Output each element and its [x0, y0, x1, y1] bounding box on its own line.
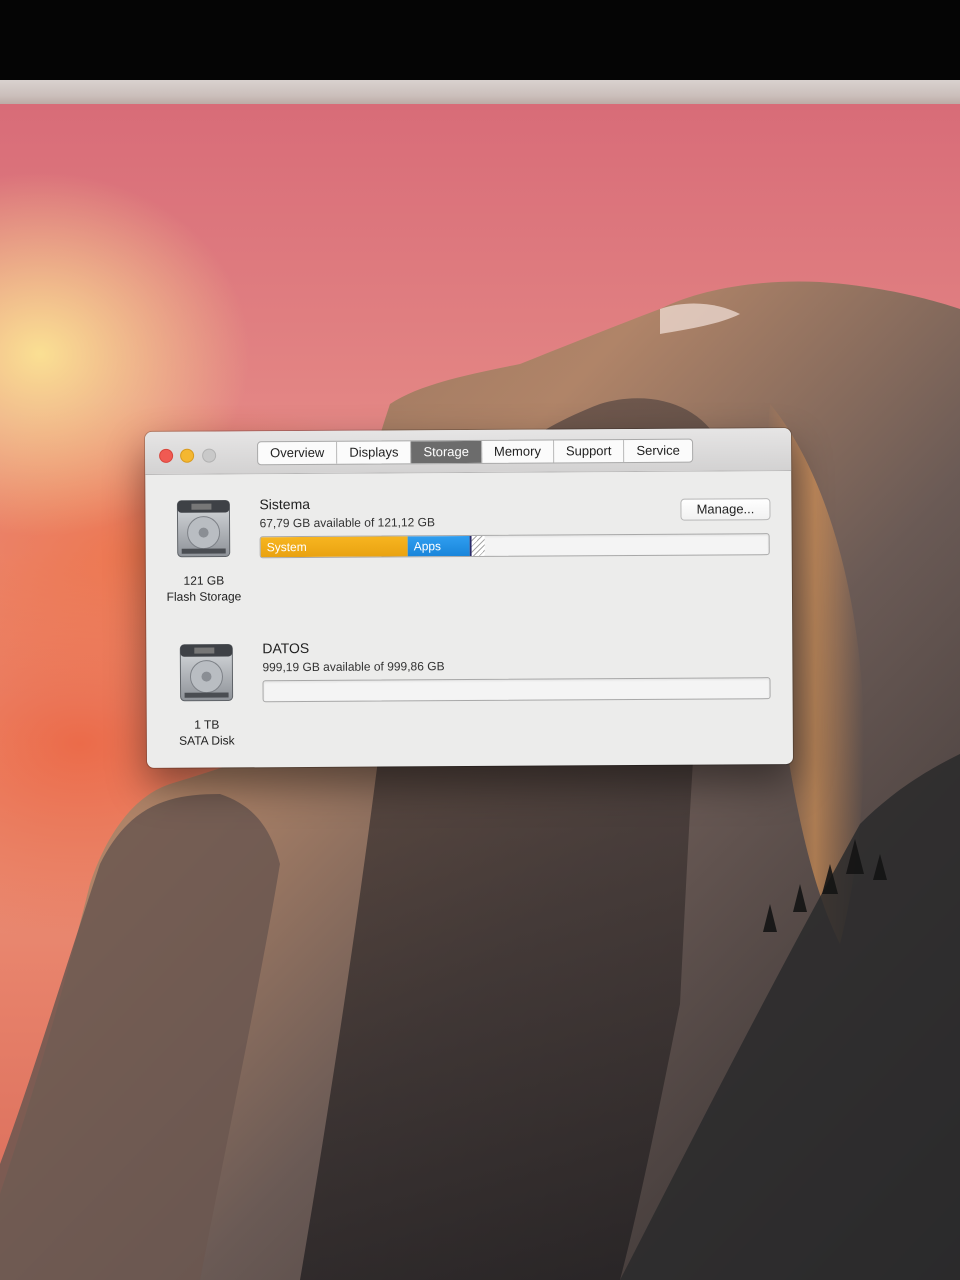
volume-name: Sistema [259, 495, 311, 513]
monitor-bezel [0, 0, 960, 80]
usage-segment-apps: Apps [407, 535, 472, 557]
tab-bar: Overview Displays Storage Memory Support… [257, 438, 693, 466]
disk-label-2: 1 TB SATA Disk [147, 716, 267, 749]
hard-drive-icon [179, 643, 234, 702]
tab-service[interactable]: Service [624, 440, 691, 462]
manage-button[interactable]: Manage... [680, 498, 771, 521]
window-titlebar: Overview Displays Storage Memory Support… [144, 428, 792, 475]
disk-type: Flash Storage [166, 589, 242, 604]
close-window-button[interactable] [159, 448, 174, 463]
usage-segment-system: System [260, 536, 408, 558]
zoom-window-button[interactable] [202, 448, 217, 463]
usage-segment-other [471, 535, 485, 556]
storage-usage-bar: System Apps [259, 533, 770, 559]
volume-available: 67,79 GB available of 121,12 GB [259, 515, 436, 531]
tab-overview[interactable]: Overview [258, 441, 338, 465]
storage-panel: 121 GB Flash Storage Sistema 67,79 GB av… [145, 471, 793, 768]
tab-support[interactable]: Support [553, 440, 625, 463]
volume-available: 999,19 GB available of 999,86 GB [262, 659, 445, 675]
disk-size: 121 GB [183, 573, 225, 588]
disk-type: SATA Disk [179, 733, 235, 748]
disk-label-1: 121 GB Flash Storage [144, 572, 264, 605]
hard-drive-icon [176, 499, 231, 558]
volume-name: DATOS [262, 639, 310, 657]
tab-storage[interactable]: Storage [411, 440, 483, 464]
screen-edge [0, 80, 960, 106]
storage-usage-bar [262, 677, 771, 703]
minimize-window-button[interactable] [180, 448, 195, 463]
tab-displays[interactable]: Displays [337, 441, 412, 464]
tab-memory[interactable]: Memory [481, 440, 554, 463]
disk-size: 1 TB [194, 717, 220, 732]
system-info-window: Overview Displays Storage Memory Support… [144, 428, 794, 768]
